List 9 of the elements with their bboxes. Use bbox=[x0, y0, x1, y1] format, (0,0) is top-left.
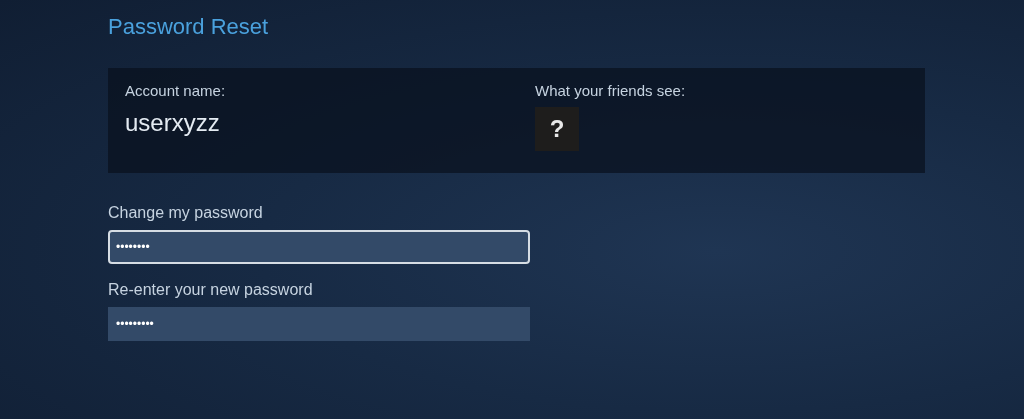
avatar-label: What your friends see: bbox=[535, 82, 687, 99]
page-title: Password Reset bbox=[108, 14, 270, 40]
password-field[interactable]: •••••••• bbox=[108, 230, 530, 264]
field-label: Re-enter your new password bbox=[108, 281, 314, 299]
password-field[interactable]: ••••••••• bbox=[108, 307, 530, 341]
account-name-label: Account name: bbox=[125, 82, 227, 99]
avatar: ? bbox=[535, 107, 579, 151]
account-name: userxyzz bbox=[125, 109, 221, 137]
field-label: Change my password bbox=[108, 204, 264, 222]
